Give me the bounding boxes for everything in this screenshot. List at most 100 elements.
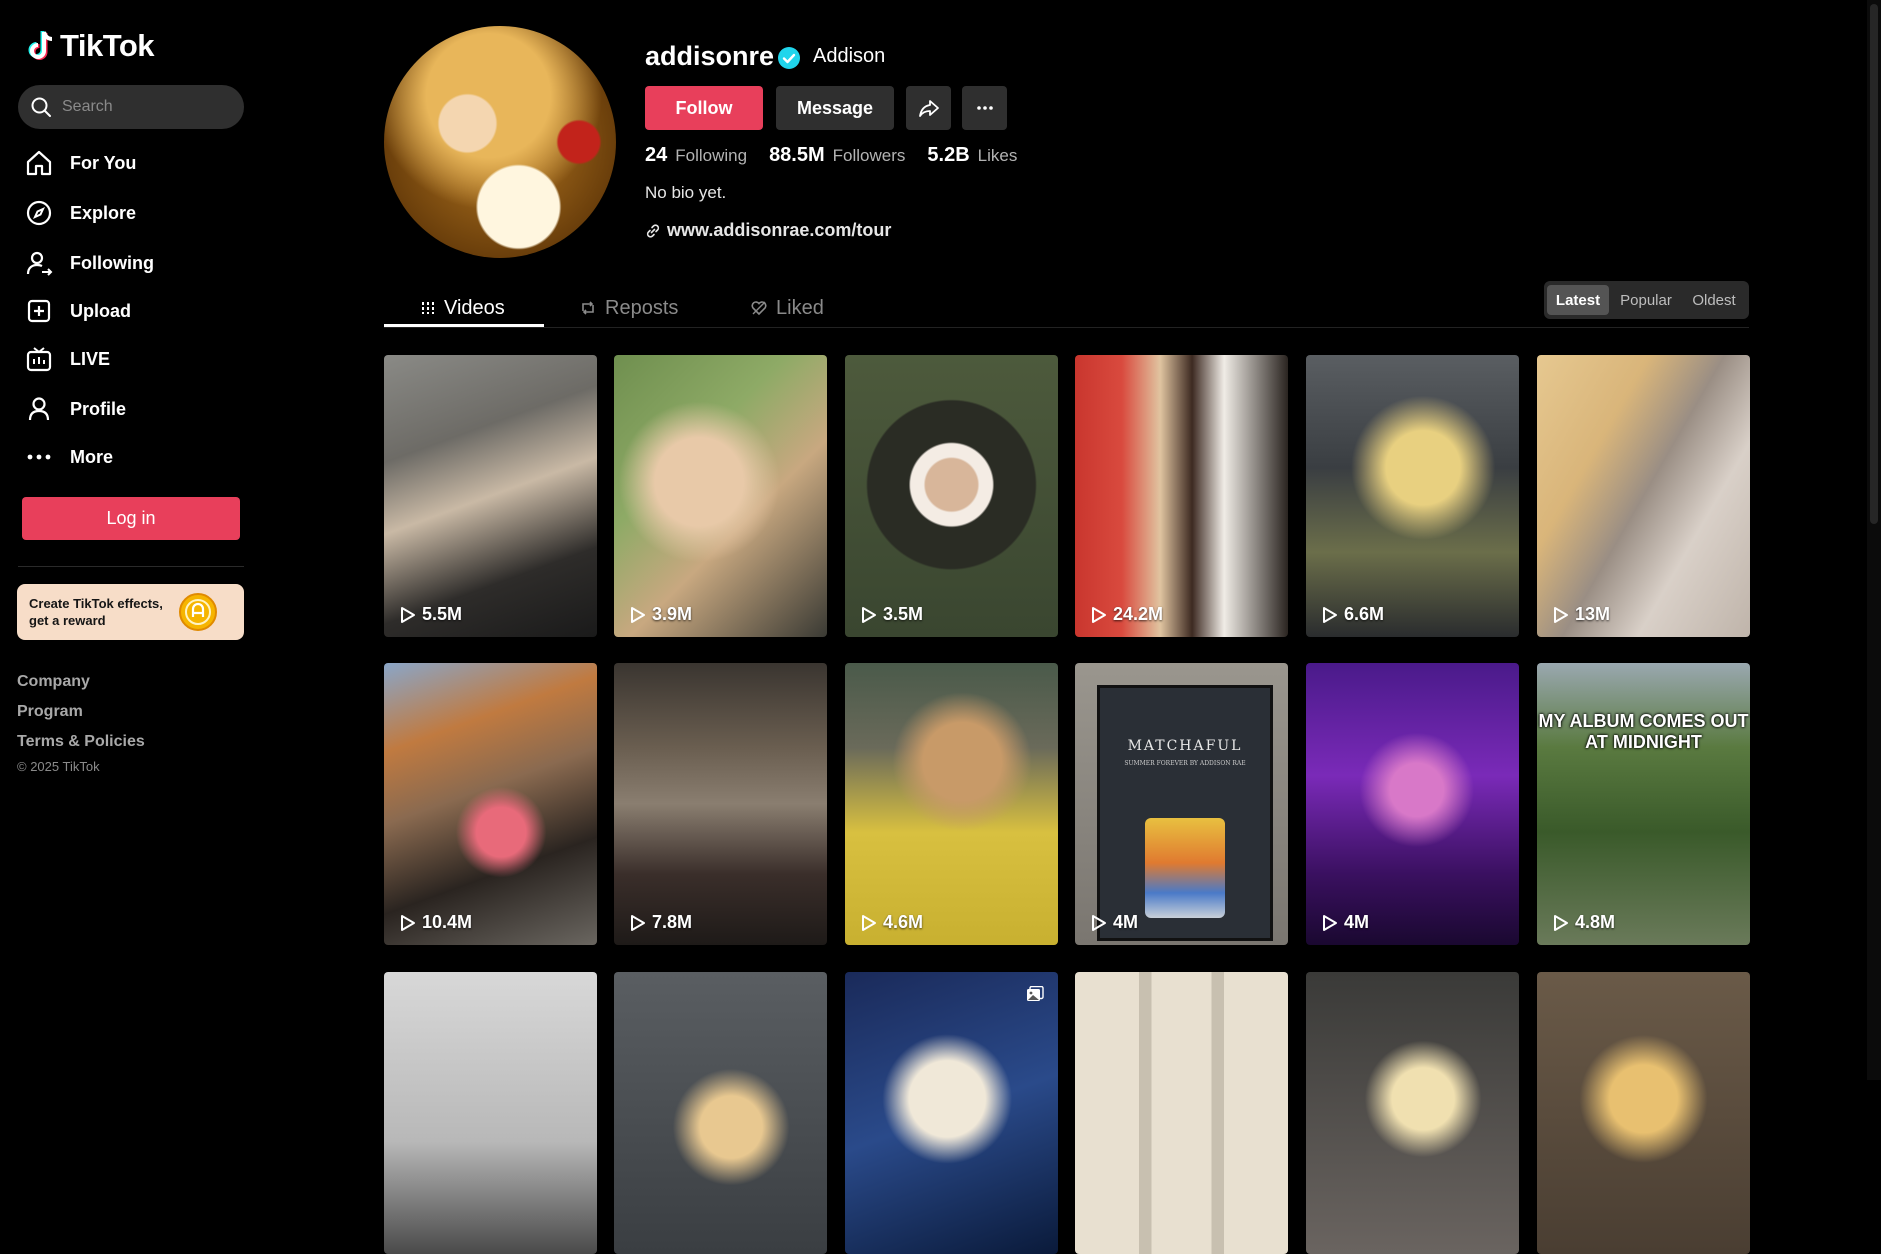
video-card[interactable]: MY ALBUM COMES OUT AT MIDNIGHT 4.8M — [1537, 663, 1750, 945]
tabs-divider — [384, 327, 1749, 328]
video-card[interactable]: 24.2M — [1075, 355, 1288, 637]
search-input[interactable] — [60, 97, 234, 117]
tab-label: Liked — [776, 296, 824, 319]
sign-subtitle: SUMMER FOREVER BY ADDISON RAE — [1124, 760, 1246, 767]
view-count: 5.5M — [400, 604, 462, 625]
play-icon — [1092, 606, 1106, 623]
video-card[interactable]: 4M — [1306, 663, 1519, 945]
tiktok-note-icon — [28, 31, 53, 60]
video-card[interactable]: 4.6M — [845, 663, 1058, 945]
play-icon — [401, 914, 415, 931]
view-count-text: 6.6M — [1344, 604, 1385, 624]
play-icon — [631, 914, 645, 931]
video-card[interactable] — [1537, 972, 1750, 1254]
video-card[interactable]: 3.5M — [845, 355, 1058, 637]
tiktok-logo[interactable]: TikTok — [26, 28, 155, 64]
sort-latest[interactable]: Latest — [1547, 285, 1609, 315]
view-count-text: 10.4M — [422, 912, 473, 932]
message-button[interactable]: Message — [776, 86, 894, 130]
video-card[interactable] — [384, 972, 597, 1254]
view-count-text: 13M — [1575, 604, 1611, 624]
view-count: 4.6M — [861, 912, 923, 933]
profile-stats: 24 Following 88.5M Followers 5.2B Likes — [645, 144, 1017, 167]
live-icon — [24, 344, 54, 374]
nav-item-for-you[interactable]: For You — [24, 143, 234, 183]
view-count: 4M — [1322, 912, 1369, 933]
profile-nickname: Addison — [813, 45, 886, 67]
ellipsis-icon — [976, 106, 993, 110]
sidebar-divider — [18, 566, 244, 567]
profile-avatar[interactable] — [384, 26, 616, 258]
share-button[interactable] — [906, 86, 951, 130]
footer-link-terms[interactable]: Terms & Policies — [17, 733, 145, 751]
share-icon — [918, 100, 939, 117]
view-count-text: 4.6M — [883, 912, 924, 932]
view-count-text: 3.5M — [883, 604, 924, 624]
nav-label: Profile — [70, 398, 127, 419]
video-card[interactable] — [614, 972, 827, 1254]
view-count: 7.8M — [630, 912, 692, 933]
tab-label: Reposts — [605, 296, 679, 319]
video-card[interactable]: 10.4M — [384, 663, 597, 945]
nav-label: LIVE — [70, 348, 111, 369]
following-count: 24 — [645, 144, 668, 166]
more-options-button[interactable] — [962, 86, 1007, 130]
nav-label: For You — [70, 152, 137, 173]
profile-link[interactable]: www.addisonrae.com/tour — [645, 220, 891, 241]
sign-title: MATCHAFUL — [1127, 738, 1243, 754]
tiktok-wordmark: TikTok — [60, 28, 155, 63]
drink-cup — [1145, 818, 1225, 918]
photo-carousel-icon — [1027, 986, 1044, 1001]
nav-label: Following — [70, 252, 154, 273]
video-card[interactable]: 7.8M — [614, 663, 827, 945]
nav-item-upload[interactable]: Upload — [24, 291, 234, 331]
followers-count: 88.5M — [769, 144, 825, 166]
view-count-text: 3.9M — [652, 604, 693, 624]
view-count: 10.4M — [400, 912, 472, 933]
likes-label: Likes — [977, 146, 1018, 165]
video-card[interactable] — [1306, 972, 1519, 1254]
create-effects-banner[interactable]: Create TikTok effects, get a reward — [17, 584, 244, 640]
follow-button[interactable]: Follow — [645, 86, 763, 130]
footer-link-program[interactable]: Program — [17, 703, 83, 721]
play-icon — [1092, 914, 1106, 931]
sort-popular[interactable]: Popular — [1611, 285, 1681, 315]
video-card[interactable]: 3.9M — [614, 355, 827, 637]
tab-liked[interactable]: Liked — [750, 290, 824, 326]
nav-item-more[interactable]: More — [24, 437, 234, 477]
video-card[interactable]: 13M — [1537, 355, 1750, 637]
video-card[interactable]: MATCHAFUL SUMMER FOREVER BY ADDISON RAE … — [1075, 663, 1288, 945]
video-card[interactable] — [1075, 972, 1288, 1254]
play-icon — [1323, 914, 1337, 931]
followers-stat[interactable]: 88.5M Followers — [769, 144, 905, 167]
footer-link-company[interactable]: Company — [17, 673, 90, 691]
nav-item-profile[interactable]: Profile — [24, 389, 234, 429]
nav-item-live[interactable]: LIVE — [24, 339, 234, 379]
link-icon — [646, 223, 660, 238]
play-icon — [631, 606, 645, 623]
video-card[interactable] — [845, 972, 1058, 1254]
page-scrollbar[interactable] — [1867, 0, 1881, 1080]
scrollbar-thumb[interactable] — [1870, 4, 1878, 524]
compass-icon — [24, 198, 54, 228]
sort-toggle: Latest Popular Oldest — [1544, 281, 1749, 319]
reward-coin-icon — [179, 593, 217, 631]
nav-label: Upload — [70, 300, 131, 321]
effects-line-2: get a reward — [29, 613, 106, 628]
video-card[interactable]: 6.6M — [1306, 355, 1519, 637]
following-stat[interactable]: 24 Following — [645, 144, 747, 167]
play-icon — [401, 606, 415, 623]
video-caption: MY ALBUM COMES OUT AT MIDNIGHT — [1537, 711, 1750, 753]
search-bar[interactable] — [18, 85, 244, 129]
tab-reposts[interactable]: Reposts — [579, 290, 678, 326]
nav-item-explore[interactable]: Explore — [24, 193, 234, 233]
play-icon — [862, 914, 876, 931]
video-card[interactable]: 5.5M — [384, 355, 597, 637]
tab-videos[interactable]: Videos — [420, 290, 505, 326]
login-button[interactable]: Log in — [22, 497, 240, 540]
nav-item-following[interactable]: Following — [24, 243, 234, 283]
sort-oldest[interactable]: Oldest — [1683, 285, 1745, 315]
matchaful-sign: MATCHAFUL SUMMER FOREVER BY ADDISON RAE — [1097, 685, 1273, 941]
search-icon — [31, 97, 51, 117]
view-count-text: 7.8M — [652, 912, 693, 932]
